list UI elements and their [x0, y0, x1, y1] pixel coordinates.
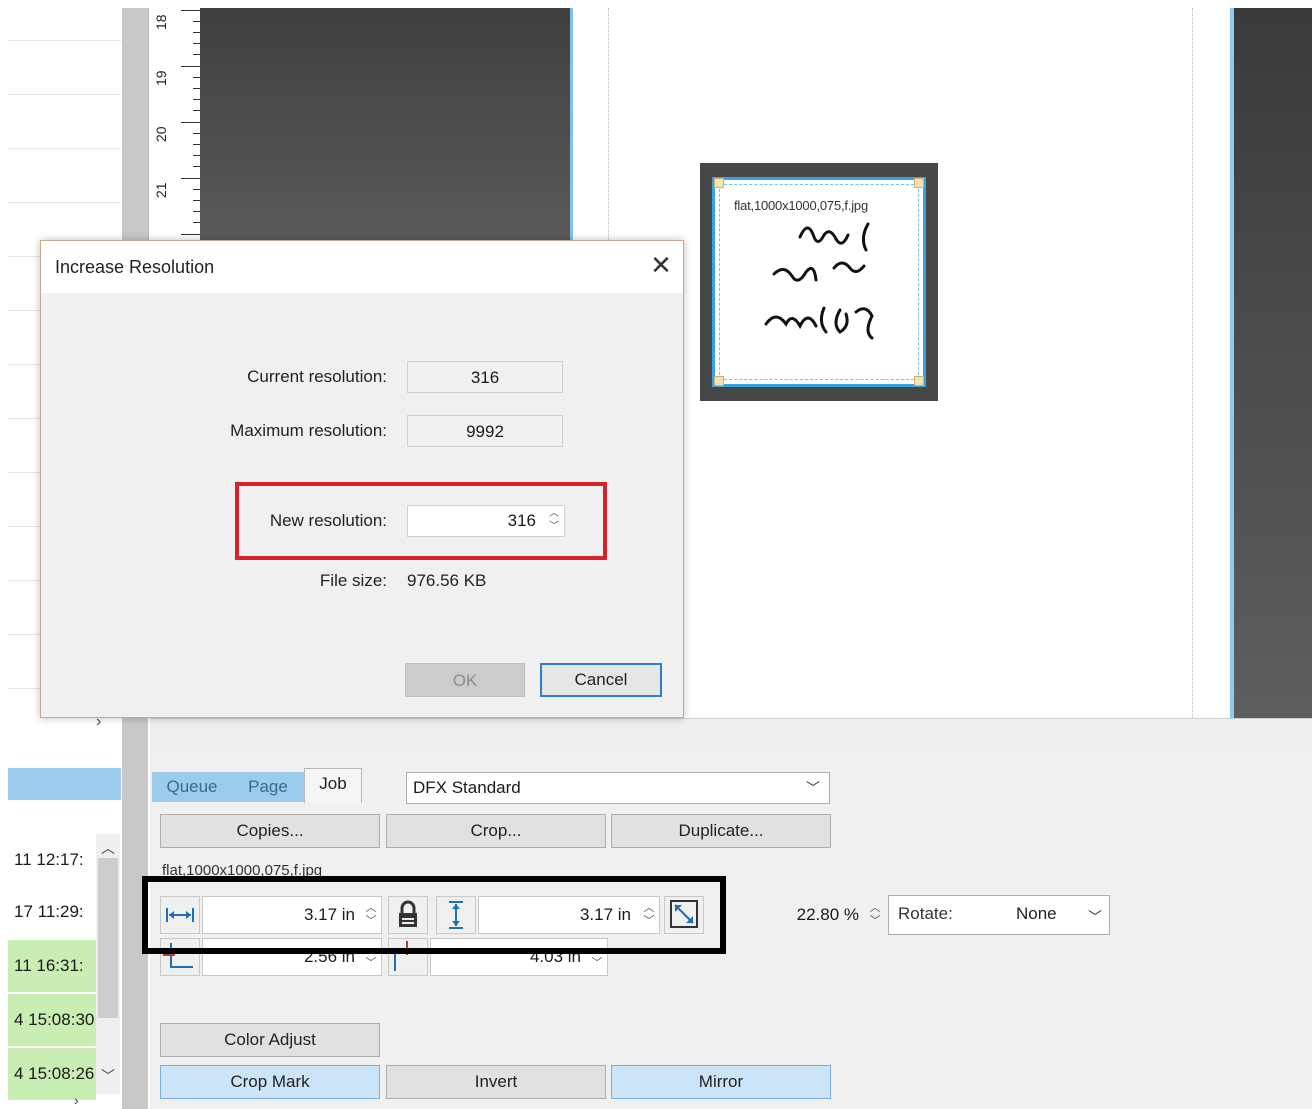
chevron-down-icon[interactable]: ﹀: [806, 778, 820, 798]
cancel-button[interactable]: Cancel: [540, 663, 662, 697]
page-guide-line: [1192, 8, 1193, 718]
chevron-down-icon[interactable]: ﹀: [101, 1066, 115, 1086]
page-preview-dark-right: [1230, 8, 1312, 718]
file-size-value: 976.56 KB: [407, 571, 487, 590]
table-gridline: [8, 202, 121, 203]
close-icon[interactable]: ✕: [647, 251, 675, 279]
queue-list-header: [8, 768, 121, 800]
invert-toggle[interactable]: Invert: [386, 1065, 606, 1099]
ruler-tick: [181, 122, 201, 123]
handwritten-artwork: [764, 222, 874, 340]
canvas-scrollbar[interactable]: [150, 718, 1312, 755]
ruler-scale: 18 19 20 21: [148, 8, 201, 240]
copies-button[interactable]: Copies...: [160, 814, 380, 848]
rotate-label: Rotate:: [898, 904, 953, 923]
ruler-tick: [181, 10, 201, 11]
profile-select[interactable]: DFX Standard: [406, 772, 830, 804]
table-gridline: [8, 94, 121, 95]
crop-button[interactable]: Crop...: [386, 814, 606, 848]
page-preview-dark: [200, 8, 573, 240]
duplicate-button[interactable]: Duplicate...: [611, 814, 831, 848]
resize-handle[interactable]: [914, 178, 924, 188]
color-adjust-button[interactable]: Color Adjust: [160, 1023, 380, 1057]
list-item[interactable]: 4 15:08:30: [8, 994, 96, 1046]
crop-mark-toggle[interactable]: Crop Mark: [160, 1065, 380, 1099]
highlight-box-black: [142, 876, 726, 954]
ruler-tick: [181, 66, 201, 67]
scrollbar-thumb[interactable]: [98, 858, 118, 1018]
spin-arrows-icon[interactable]: ︿ ﹀: [866, 902, 884, 928]
maximum-resolution-label: Maximum resolution:: [230, 421, 387, 440]
ruler-number: 18: [153, 14, 169, 30]
thumbnail-filename: flat,1000x1000,075,f.jpg: [734, 198, 868, 213]
tab-job[interactable]: Job: [304, 768, 362, 803]
rotate-value: None: [1016, 904, 1057, 923]
ruler-tick: [181, 178, 201, 179]
resize-handle[interactable]: [914, 376, 924, 386]
resize-handle[interactable]: [714, 376, 724, 386]
increase-resolution-dialog: Increase Resolution ✕ Current resolution…: [40, 240, 684, 718]
ok-button[interactable]: OK: [405, 663, 525, 697]
list-item[interactable]: 4 15:08:26: [8, 1048, 96, 1100]
tab-queue[interactable]: Queue: [152, 772, 232, 802]
dialog-title: Increase Resolution: [55, 257, 215, 277]
list-item[interactable]: 11 12:17:: [8, 834, 96, 886]
maximum-resolution-value: 9992: [407, 415, 563, 447]
scale-input[interactable]: 22.80 %: [706, 896, 886, 934]
mirror-toggle[interactable]: Mirror: [611, 1065, 831, 1099]
table-gridline: [8, 40, 121, 41]
tab-page[interactable]: Page: [232, 772, 304, 802]
list-item[interactable]: 17 11:29:: [8, 886, 96, 938]
ruler-number: 20: [153, 126, 169, 142]
file-size-label: File size:: [319, 571, 387, 590]
chevron-right-icon[interactable]: ›: [74, 1092, 79, 1108]
ruler-number: 21: [153, 182, 169, 198]
chevron-down-icon[interactable]: ﹀: [1088, 907, 1102, 927]
list-item[interactable]: 11 16:31:: [8, 940, 96, 992]
highlight-box-red: [235, 482, 607, 560]
resize-handle[interactable]: [714, 178, 724, 188]
chevron-up-icon[interactable]: ︿: [101, 838, 115, 858]
ruler-tick: [181, 234, 201, 235]
ruler-number: 19: [153, 70, 169, 86]
current-resolution-value: 316: [407, 361, 563, 393]
current-resolution-label: Current resolution:: [247, 367, 387, 386]
table-gridline: [8, 148, 121, 149]
